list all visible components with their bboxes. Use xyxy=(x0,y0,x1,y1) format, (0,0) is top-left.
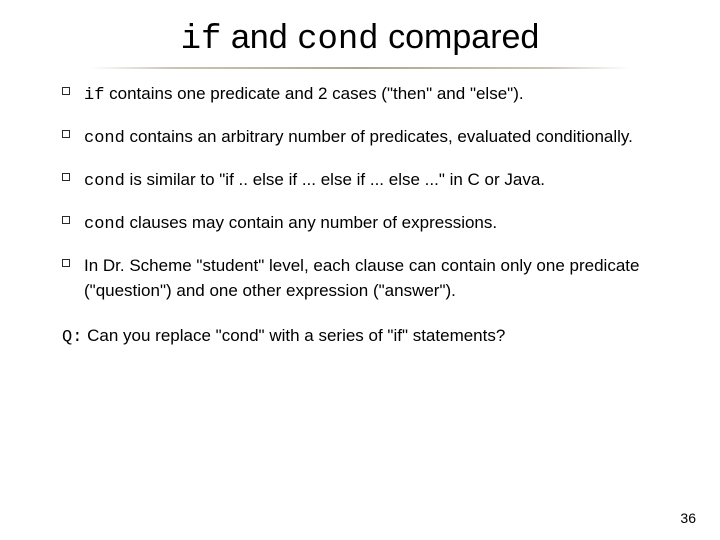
bullet-text: contains an arbitrary number of predicat… xyxy=(125,127,633,146)
title-code-cond: cond xyxy=(297,21,379,59)
square-bullet-icon xyxy=(62,216,70,224)
bullet-item: if contains one predicate and 2 cases ("… xyxy=(84,83,666,108)
bullet-text: In Dr. Scheme "student" level, each clau… xyxy=(84,256,639,300)
bullet-text: is similar to "if .. else if ... else if… xyxy=(125,170,545,189)
square-bullet-icon xyxy=(62,173,70,181)
square-bullet-icon xyxy=(62,87,70,95)
page-number: 36 xyxy=(680,510,696,526)
question-line: Q: Can you replace "cond" with a series … xyxy=(0,325,720,350)
bullet-item: cond is similar to "if .. else if ... el… xyxy=(84,169,666,194)
slide: if and cond compared if contains one pre… xyxy=(0,0,720,540)
question-text: Can you replace "cond" with a series of … xyxy=(87,326,505,345)
slide-title: if and cond compared xyxy=(0,0,720,65)
bullet-code: if xyxy=(84,86,104,105)
bullet-text: contains one predicate and 2 cases ("the… xyxy=(104,84,523,103)
title-mid: and xyxy=(221,18,297,56)
bullet-code: cond xyxy=(84,172,125,191)
bullet-code: cond xyxy=(84,129,125,148)
slide-body: if contains one predicate and 2 cases ("… xyxy=(0,83,720,303)
bullet-item: cond clauses may contain any number of e… xyxy=(84,212,666,237)
title-tail: compared xyxy=(379,18,540,56)
square-bullet-icon xyxy=(62,130,70,138)
bullet-code: cond xyxy=(84,215,125,234)
question-label: Q: xyxy=(62,328,82,347)
title-underline xyxy=(90,67,630,69)
square-bullet-icon xyxy=(62,259,70,267)
bullet-item: cond contains an arbitrary number of pre… xyxy=(84,126,666,151)
bullet-text: clauses may contain any number of expres… xyxy=(125,213,497,232)
title-code-if: if xyxy=(181,21,222,59)
bullet-item: In Dr. Scheme "student" level, each clau… xyxy=(84,255,666,303)
